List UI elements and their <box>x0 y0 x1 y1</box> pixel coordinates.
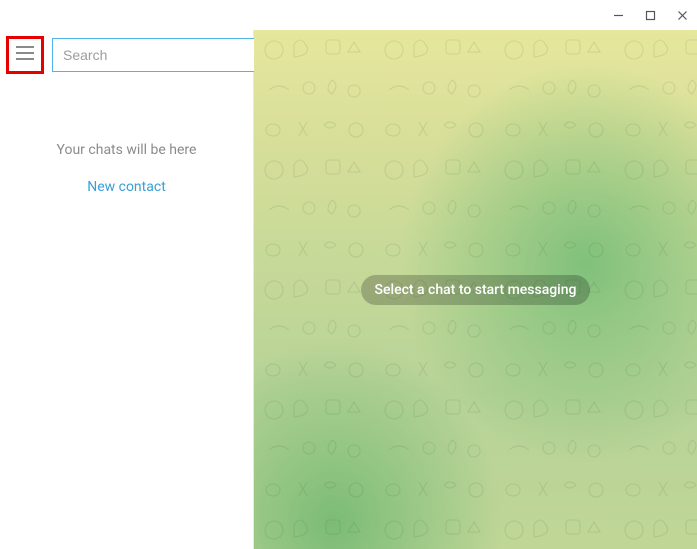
hamburger-icon <box>15 45 35 65</box>
main-area: Select a chat to start messaging <box>254 30 697 549</box>
menu-highlight-box <box>6 36 44 74</box>
sidebar-top <box>0 30 253 80</box>
close-button[interactable] <box>675 8 689 22</box>
maximize-button[interactable] <box>643 8 657 22</box>
minimize-button[interactable] <box>611 8 625 22</box>
empty-chats-text: Your chats will be here <box>12 142 241 158</box>
titlebar <box>0 0 697 30</box>
new-contact-link[interactable]: New contact <box>87 179 166 195</box>
sidebar: Your chats will be here New contact <box>0 30 254 549</box>
search-input[interactable] <box>52 38 255 72</box>
app-body: Your chats will be here New contact <box>0 30 697 549</box>
chat-placeholder-pill: Select a chat to start messaging <box>361 275 591 305</box>
empty-state: Your chats will be here New contact <box>0 142 253 195</box>
app-window: Your chats will be here New contact <box>0 0 697 549</box>
menu-button[interactable] <box>11 41 39 69</box>
